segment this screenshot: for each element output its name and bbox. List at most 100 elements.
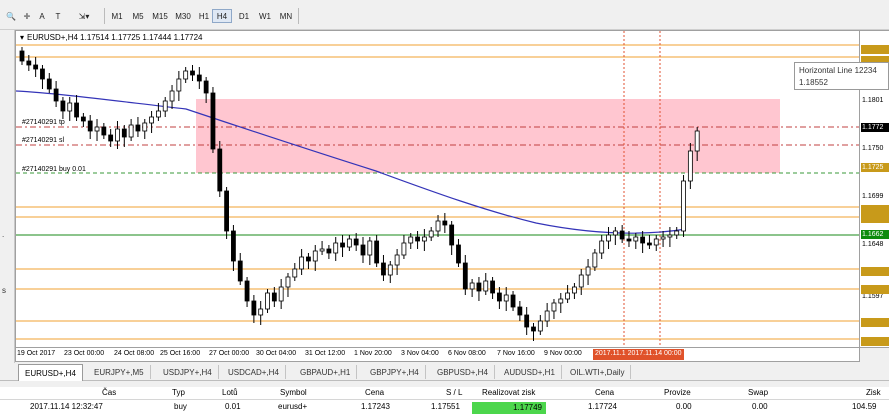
- bullish-candle: [421, 236, 427, 242]
- bearish-candle: [462, 262, 468, 290]
- tab-usdjpy-h4[interactable]: USDJPY+,H4: [157, 365, 219, 379]
- shapes-dropdown-icon[interactable]: ⇲▾: [72, 8, 96, 24]
- col-header-commission[interactable]: Provize: [664, 388, 691, 397]
- col-header-swap[interactable]: Swap: [748, 388, 768, 397]
- bullish-candle: [503, 294, 509, 302]
- level-tag: [861, 267, 889, 276]
- level-tag: [861, 214, 889, 223]
- label-tool-icon[interactable]: T: [52, 8, 64, 24]
- bullish-candle: [558, 298, 564, 304]
- tab-audusd-h1[interactable]: AUDUSD+,H1: [498, 365, 562, 379]
- tab-eurusd-h4[interactable]: EURUSD+,H4: [18, 364, 83, 381]
- bullish-candle: [483, 280, 489, 292]
- time-label: 1 Nov 20:00: [354, 350, 392, 357]
- time-axis[interactable]: 19 Oct 2017 23 Oct 00:00 24 Oct 08:00 25…: [15, 348, 860, 362]
- shapes-dropdown-glyph: ⇲▾: [78, 11, 90, 21]
- bullish-candle: [346, 238, 352, 248]
- timeframe-h1[interactable]: H1: [194, 9, 214, 23]
- bullish-candle: [687, 150, 693, 182]
- bearish-candle: [19, 50, 25, 62]
- crosshair-icon[interactable]: ✛: [20, 8, 34, 24]
- bullish-candle: [162, 100, 168, 112]
- bearish-candle: [121, 128, 127, 138]
- order-tp-label: #27140291 tp: [22, 119, 65, 126]
- bullish-candle: [435, 220, 441, 232]
- timeframe-m5[interactable]: M5: [128, 9, 148, 23]
- zoom-icon[interactable]: 🔍: [2, 8, 20, 24]
- bearish-candle: [517, 306, 523, 316]
- bullish-candle: [142, 122, 148, 132]
- level-tag: [861, 205, 889, 214]
- bearish-candle: [490, 280, 495, 294]
- bullish-candle: [694, 130, 700, 152]
- bullish-candle: [544, 310, 550, 322]
- bullish-candle: [278, 286, 284, 302]
- bearish-candle: [496, 292, 502, 302]
- bearish-candle: [53, 88, 59, 102]
- bullish-candle: [408, 236, 414, 244]
- price-label: 1.1597: [862, 293, 884, 300]
- bullish-candle: [401, 242, 407, 256]
- bearish-candle: [244, 280, 250, 302]
- col-header-current-price[interactable]: Cena: [595, 388, 614, 397]
- bearish-candle: [217, 148, 223, 192]
- level-tag: [861, 45, 889, 54]
- col-header-type[interactable]: Typ: [172, 388, 185, 397]
- bearish-candle: [326, 248, 332, 254]
- bearish-candle: [87, 120, 93, 132]
- table-row[interactable]: 2017.11.14 12:32:47 buy 0.01 eurusd+ 1.1…: [0, 401, 889, 415]
- col-header-lots[interactable]: Lotů: [222, 388, 238, 397]
- tab-gbpjpy-h4[interactable]: GBPJPY+,H4: [364, 365, 426, 379]
- text-tool-icon[interactable]: A: [36, 8, 48, 24]
- cell-swap: 0.00: [752, 402, 768, 411]
- bearish-candle: [26, 60, 32, 66]
- bearish-candle: [626, 238, 632, 242]
- chart-menu-arrow-icon[interactable]: ▾: [20, 33, 24, 42]
- bearish-candle: [374, 240, 380, 264]
- bearish-candle: [360, 244, 366, 256]
- col-header-sl[interactable]: S / L: [446, 388, 462, 397]
- bullish-candle: [149, 116, 154, 124]
- chart-canvas[interactable]: [16, 31, 860, 348]
- tab-oil-wti-daily[interactable]: OIL.WTI+,Daily: [564, 365, 632, 379]
- col-header-symbol[interactable]: Symbol: [280, 388, 307, 397]
- bearish-candle: [237, 260, 243, 282]
- bullish-candle: [674, 230, 680, 236]
- time-label: 6 Nov 08:00: [448, 350, 486, 357]
- timeframe-m30[interactable]: M30: [172, 9, 194, 23]
- timeframe-m15[interactable]: M15: [149, 9, 171, 23]
- bearish-candle: [80, 116, 86, 122]
- bearish-candle: [210, 92, 216, 150]
- label-tool-glyph: T: [55, 11, 61, 21]
- bullish-candle: [312, 250, 318, 262]
- tab-eurjpy-m5[interactable]: EURJPY+,M5: [88, 365, 151, 379]
- tab-gbpusd-h4[interactable]: GBPUSD+,H4: [431, 365, 495, 379]
- timeframe-m1[interactable]: M1: [107, 9, 127, 23]
- bearish-candle: [196, 74, 202, 82]
- bullish-candle: [367, 240, 373, 256]
- cell-take-profit[interactable]: 1.17749: [472, 402, 546, 414]
- timeframe-mn[interactable]: MN: [276, 9, 296, 23]
- trade-terminal: Čas Typ Lotů Symbol Cena S / L Realizova…: [0, 387, 889, 416]
- cell-sl[interactable]: 1.17551: [431, 402, 460, 411]
- bearish-candle: [531, 326, 536, 332]
- col-header-price[interactable]: Cena: [365, 388, 384, 397]
- price-chart[interactable]: ▾ EURUSD+,H4 1.17514 1.17725 1.17444 1.1…: [15, 30, 860, 348]
- chart-tabs: EURUSD+,H4 EURJPY+,M5 USDJPY+,H4 USDCAD+…: [0, 363, 889, 381]
- bullish-candle: [537, 320, 543, 332]
- bullish-candle: [565, 292, 570, 300]
- col-header-take-profit[interactable]: Realizovat zisk: [482, 388, 535, 397]
- tab-usdcad-h4[interactable]: USDCAD+,H4: [222, 365, 286, 379]
- col-header-profit[interactable]: Zisk: [866, 388, 881, 397]
- bearish-candle: [381, 262, 386, 276]
- col-header-time[interactable]: Čas: [102, 388, 116, 397]
- tab-gbpaud-h1[interactable]: GBPAUD+,H1: [294, 365, 358, 379]
- bearish-candle: [510, 294, 516, 308]
- timeframe-d1[interactable]: D1: [234, 9, 254, 23]
- time-label: 3 Nov 04:00: [401, 350, 439, 357]
- crosshair-glyph: ✛: [23, 11, 31, 21]
- order-buy-label: #27140291 buy 0.01: [22, 166, 86, 173]
- cell-current-price: 1.17724: [588, 402, 617, 411]
- timeframe-w1[interactable]: W1: [255, 9, 275, 23]
- timeframe-h4[interactable]: H4: [212, 9, 232, 23]
